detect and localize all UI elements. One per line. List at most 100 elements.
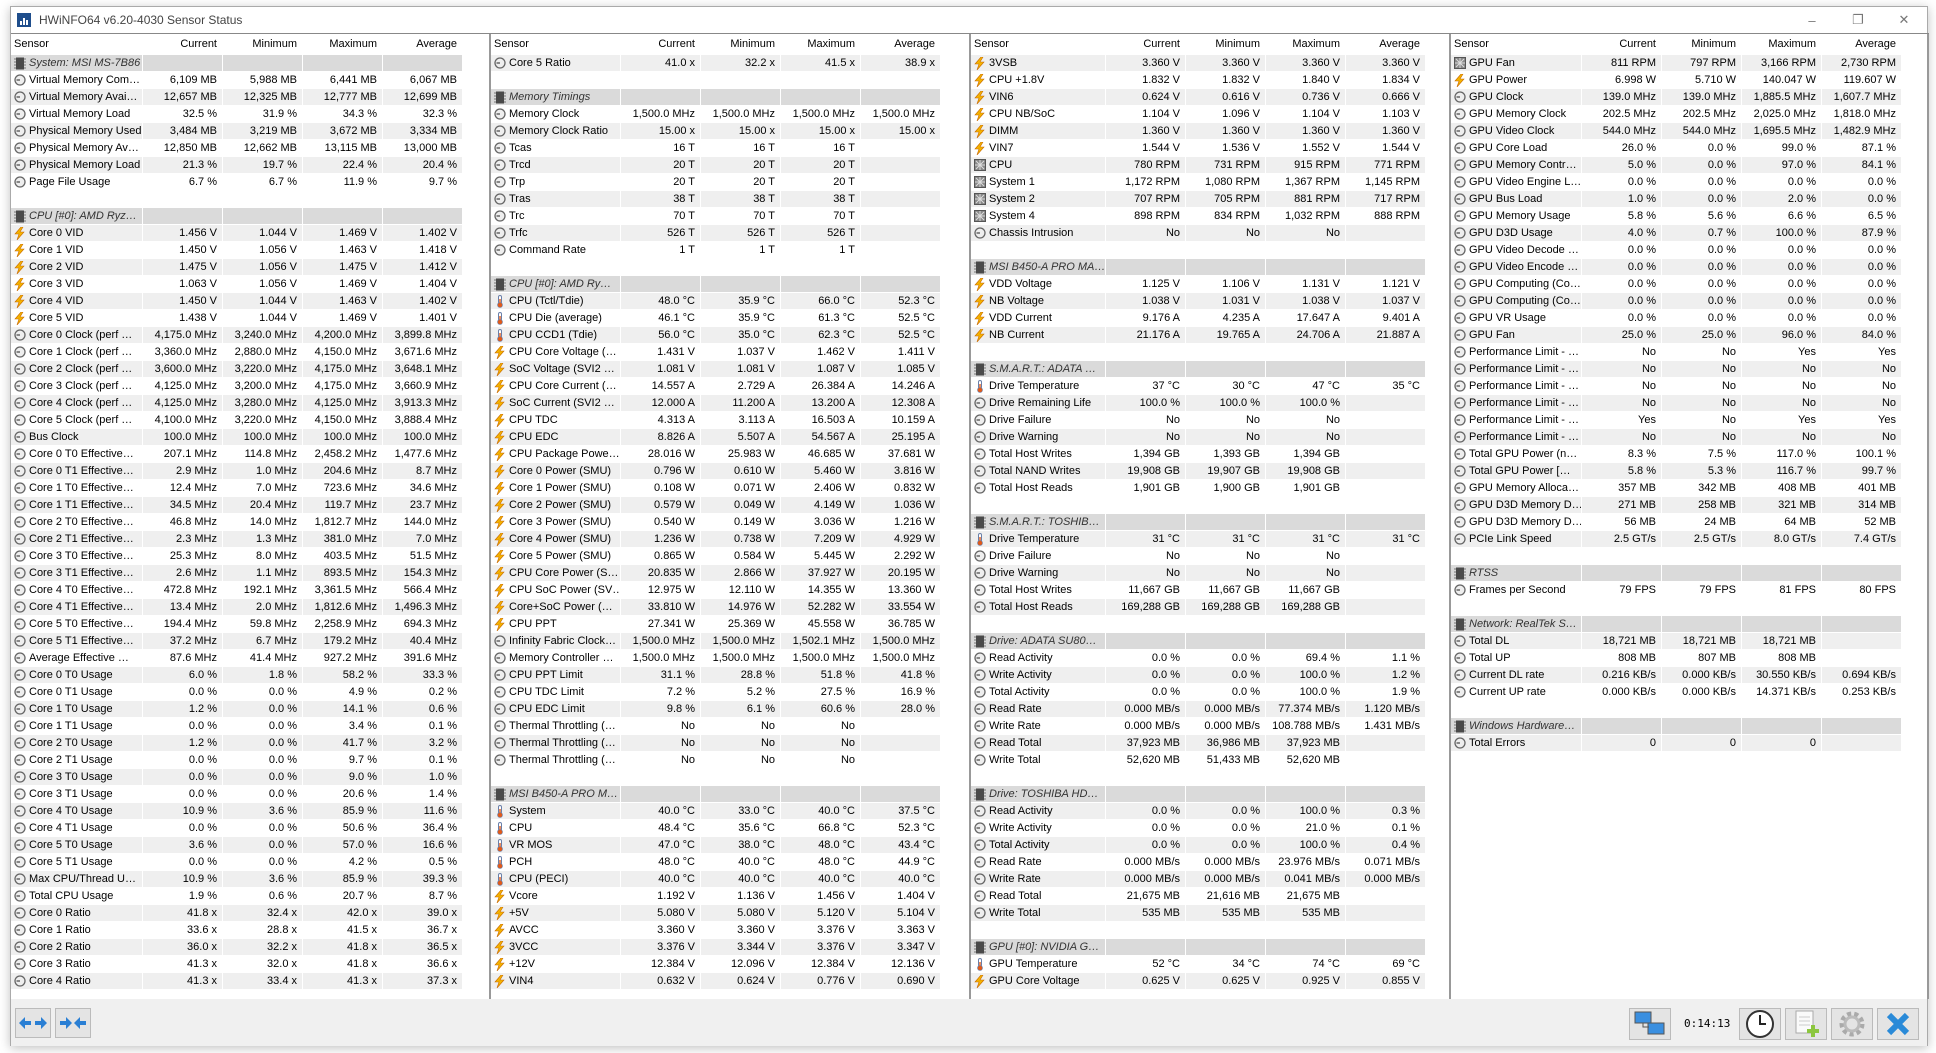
sensor-row[interactable]: CPU TDC Limit 7.2 % 5.2 % 27.5 % 16.9 % — [491, 684, 969, 701]
sensor-row[interactable]: Write Activity 0.0 % 0.0 % 21.0 % 0.1 % — [971, 820, 1449, 837]
sensor-row[interactable]: Memory Clock Ratio 15.00 x 15.00 x 15.00 x1… — [491, 123, 969, 140]
maximize-button[interactable]: ❐ — [1835, 7, 1881, 33]
sensor-row[interactable]: Core 4 Clock (perf … 4,125.0 MHz 3,280.0 M… — [11, 395, 489, 412]
sensor-row[interactable]: Core 1 Power (SMU) 0.108 W 0.071 W 2.406 W0… — [491, 480, 969, 497]
sensor-row[interactable]: 3VSB 3.360 V 3.360 V 3.360 V 3.360 V — [971, 55, 1449, 72]
sensor-row[interactable]: Core 5 T0 Effective… 194.4 MHz 59.8 MHz 2,2… — [11, 616, 489, 633]
sensor-group-header[interactable]: Drive: TOSHIBA HD… — [971, 786, 1449, 803]
sensor-row[interactable]: Total GPU Power [… 5.8 % 5.3 % 116.7 % 99.7 … — [1451, 463, 1927, 480]
sensor-row[interactable]: Read Rate 0.000 MB/s 0.000 MB/s 23.976 MB/s… — [971, 854, 1449, 871]
column-header-minimum[interactable]: Minimum — [1662, 34, 1742, 54]
close-sensors-button[interactable] — [1877, 1008, 1919, 1040]
sensor-row[interactable]: GPU VR Usage 0.0 % 0.0 % 0.0 % 0.0 % — [1451, 310, 1927, 327]
sensor-row[interactable]: GPU Video Clock 544.0 MHz 544.0 MHz 1,695.5… — [1451, 123, 1927, 140]
sensor-row[interactable]: Core 0 T0 Usage 6.0 % 1.8 % 58.2 % 33.3 % — [11, 667, 489, 684]
sensor-row[interactable]: CPU (PECI) 40.0 °C 40.0 °C 40.0 °C 40.0 °C — [491, 871, 969, 888]
column-header-current[interactable]: Current — [1106, 34, 1186, 54]
sensor-row[interactable]: Core 5 T1 Usage 0.0 % 0.0 % 4.2 % 0.5 % — [11, 854, 489, 871]
column-header-maximum[interactable]: Maximum — [303, 34, 383, 54]
sensor-row[interactable]: Core 3 Clock (perf … 4,125.0 MHz 3,200.0 M… — [11, 378, 489, 395]
sensor-row[interactable]: PCH 48.0 °C 40.0 °C 48.0 °C 44.9 °C — [491, 854, 969, 871]
column-header-average[interactable]: Average — [1346, 34, 1426, 54]
sensor-row[interactable]: Core+SoC Power (… 33.810 W 14.976 W 52.282 … — [491, 599, 969, 616]
sensor-row[interactable]: Read Activity 0.0 % 0.0 % 100.0 % 0.3 % — [971, 803, 1449, 820]
sensor-row[interactable]: CPU Die (average) 46.1 °C 35.9 °C 61.3 °C 52… — [491, 310, 969, 327]
sensor-row[interactable]: CPU CCD1 (Tdie) 56.0 °C 35.0 °C 62.3 °C 52.5… — [491, 327, 969, 344]
column-header-current[interactable]: Current — [1582, 34, 1662, 54]
sensor-group-header[interactable]: Windows Hardware… — [1451, 718, 1927, 735]
sensor-row[interactable]: PCIe Link Speed 2.5 GT/s 2.5 GT/s 8.0 GT/s 7… — [1451, 531, 1927, 548]
sensor-row[interactable]: Write Rate 0.000 MB/s 0.000 MB/s 0.041 MB/s… — [971, 871, 1449, 888]
sensor-row[interactable]: Write Total 535 MB 535 MB 535 MB — [971, 905, 1449, 922]
sensor-row[interactable]: Virtual Memory Com… 6,109 MB 5,988 MB 6,441… — [11, 72, 489, 89]
column-header-minimum[interactable]: Minimum — [223, 34, 303, 54]
sensor-row[interactable]: VDD Voltage 1.125 V 1.106 V 1.131 V 1.121 V — [971, 276, 1449, 293]
sensor-row[interactable]: Physical Memory Load 21.3 % 19.7 % 22.4 % 20… — [11, 157, 489, 174]
sensor-row[interactable]: Core 2 T0 Effective… 46.8 MHz 14.0 MHz 1,81… — [11, 514, 489, 531]
sensor-row[interactable]: VDD Current 9.176 A 4.235 A 17.647 A 9.401 A — [971, 310, 1449, 327]
sensor-row[interactable]: Core 5 VID 1.438 V 1.044 V 1.469 V 1.401 V — [11, 310, 489, 327]
sensor-row[interactable]: Core 2 Ratio 36.0 x 32.2 x 41.8 x 36.5 x — [11, 939, 489, 956]
sensor-row[interactable]: NB Voltage 1.038 V 1.031 V 1.038 V 1.037 V — [971, 293, 1449, 310]
sensor-row[interactable]: GPU Computing (Co… 0.0 % 0.0 % 0.0 % 0.0 % — [1451, 293, 1927, 310]
sensor-group-header[interactable]: CPU [#0]: AMD Ry… — [491, 276, 969, 293]
column-header-average[interactable]: Average — [383, 34, 463, 54]
settings-button[interactable] — [1831, 1008, 1873, 1040]
sensor-row[interactable]: VR MOS 47.0 °C 38.0 °C 48.0 °C 43.4 °C — [491, 837, 969, 854]
sensor-row[interactable]: Core 2 VID 1.475 V 1.056 V 1.475 V 1.412 V — [11, 259, 489, 276]
sensor-row[interactable]: GPU Clock 139.0 MHz 139.0 MHz 1,885.5 MHz 1,… — [1451, 89, 1927, 106]
sensor-row[interactable]: CPU Core Power (S… 20.835 W 2.866 W 37.927 … — [491, 565, 969, 582]
sensor-group-header[interactable]: Drive: ADATA SU80… — [971, 633, 1449, 650]
sensor-row[interactable]: Core 2 Power (SMU) 0.579 W 0.049 W 4.149 W1… — [491, 497, 969, 514]
sensor-row[interactable]: Frames per Second 79 FPS 79 FPS 81 FPS 80 FP… — [1451, 582, 1927, 599]
sensor-row[interactable]: Trp 20 T 20 T 20 T — [491, 174, 969, 191]
reset-timer-button[interactable] — [1739, 1008, 1781, 1040]
sensor-row[interactable]: Write Total 52,620 MB 51,433 MB 52,620 MB — [971, 752, 1449, 769]
sensor-row[interactable]: GPU Memory Clock 202.5 MHz 202.5 MHz 2,025.… — [1451, 106, 1927, 123]
sensor-row[interactable]: +5V 5.080 V 5.080 V 5.120 V 5.104 V — [491, 905, 969, 922]
network-button[interactable] — [1629, 1008, 1671, 1040]
sensor-row[interactable]: Total Host Reads 1,901 GB 1,900 GB 1,901 GB — [971, 480, 1449, 497]
sensor-row[interactable]: Chassis Intrusion No No No — [971, 225, 1449, 242]
sensor-row[interactable]: Core 4 T1 Effective… 13.4 MHz 2.0 MHz 1,812… — [11, 599, 489, 616]
sensor-row[interactable]: Performance Limit - … No No No No — [1451, 395, 1927, 412]
sensor-row[interactable]: Command Rate 1 T1 T1 T — [491, 242, 969, 259]
sensor-row[interactable]: Read Total 21,675 MB 21,616 MB 21,675 MB — [971, 888, 1449, 905]
sensor-group-header[interactable]: System: MSI MS-7B86 — [11, 55, 489, 72]
sensor-row[interactable]: AVCC 3.360 V 3.360 V 3.376 V 3.363 V — [491, 922, 969, 939]
sensor-row[interactable]: Read Total 37,923 MB 36,986 MB 37,923 MB — [971, 735, 1449, 752]
sensor-row[interactable]: GPU Memory Contr… 5.0 % 0.0 % 97.0 % 84.1 % — [1451, 157, 1927, 174]
sensor-row[interactable]: GPU Fan 811 RPM 797 RPM 3,166 RPM 2,730 RPM — [1451, 55, 1927, 72]
sensor-row[interactable]: Max CPU/Thread U… 10.9 % 3.6 % 85.9 % 39.3 % — [11, 871, 489, 888]
sensor-row[interactable]: Core 1 VID 1.450 V 1.056 V 1.463 V 1.418 V — [11, 242, 489, 259]
sensor-row[interactable]: +12V 12.384 V 12.096 V 12.384 V 12.136 V — [491, 956, 969, 973]
sensor-row[interactable]: Performance Limit - … Yes No Yes Yes — [1451, 412, 1927, 429]
sensor-row[interactable]: SoC Current (SVI2 … 12.000 A 11.200 A 13.20… — [491, 395, 969, 412]
sensor-row[interactable]: GPU Memory Alloca… 357 MB 342 MB 408 MB 401 … — [1451, 480, 1927, 497]
sensor-row[interactable]: Trc 70 T 70 T 70 T — [491, 208, 969, 225]
sensor-row[interactable]: System 2 707 RPM 705 RPM 881 RPM 717 RPM — [971, 191, 1449, 208]
sensor-row[interactable]: Total Activity 0.0 % 0.0 % 100.0 % 0.4 % — [971, 837, 1449, 854]
sensor-row[interactable]: GPU D3D Memory D… 271 MB 258 MB 321 MB 314 M… — [1451, 497, 1927, 514]
sensor-row[interactable]: Drive Warning No No No — [971, 429, 1449, 446]
column-header-current[interactable]: Current — [621, 34, 701, 54]
sensor-row[interactable]: GPU Computing (Co… 0.0 % 0.0 % 0.0 % 0.0 % — [1451, 276, 1927, 293]
sensor-row[interactable]: Drive Warning No No No — [971, 565, 1449, 582]
sensor-row[interactable]: Core 5 Clock (perf … 4,100.0 MHz 3,220.0 M… — [11, 412, 489, 429]
sensor-row[interactable]: Current DL rate 0.216 KB/s 0.000 KB/s 30.55… — [1451, 667, 1927, 684]
sensor-row[interactable]: GPU Fan 25.0 % 25.0 % 96.0 % 84.0 % — [1451, 327, 1927, 344]
sensor-row[interactable]: CPU TDC 4.313 A 3.113 A 16.503 A 10.159 A — [491, 412, 969, 429]
sensor-row[interactable]: Tcas 16 T 16 T 16 T — [491, 140, 969, 157]
sensor-row[interactable]: Total CPU Usage 1.9 % 0.6 % 20.7 % 8.7 % — [11, 888, 489, 905]
sensor-row[interactable]: Core 1 T0 Usage 1.2 % 0.0 % 14.1 % 0.6 % — [11, 701, 489, 718]
sensor-row[interactable]: Core 2 T0 Usage 1.2 % 0.0 % 41.7 % 3.2 % — [11, 735, 489, 752]
sensor-row[interactable]: GPU Temperature 52 °C 34 °C 74 °C 69 °C — [971, 956, 1449, 973]
sensor-row[interactable]: Core 0 Power (SMU) 0.796 W 0.610 W 5.460 W3… — [491, 463, 969, 480]
sensor-row[interactable]: Trcd 20 T 20 T 20 T — [491, 157, 969, 174]
sensor-row[interactable]: Core 0 T0 Effective… 207.1 MHz 114.8 MHz 2,… — [11, 446, 489, 463]
sensor-row[interactable]: Core 5 Ratio 41.0 x 32.2 x 41.5 x 38.9 x — [491, 55, 969, 72]
sensor-group-header[interactable]: S.M.A.R.T.: ADATA … — [971, 361, 1449, 378]
sensor-row[interactable]: Total GPU Power (n… 8.3 % 7.5 % 117.0 % 100.… — [1451, 446, 1927, 463]
sensor-row[interactable]: GPU Video Engine L… 0.0 % 0.0 % 0.0 % 0.0 % — [1451, 174, 1927, 191]
sensor-row[interactable]: Thermal Throttling (… No No No — [491, 718, 969, 735]
